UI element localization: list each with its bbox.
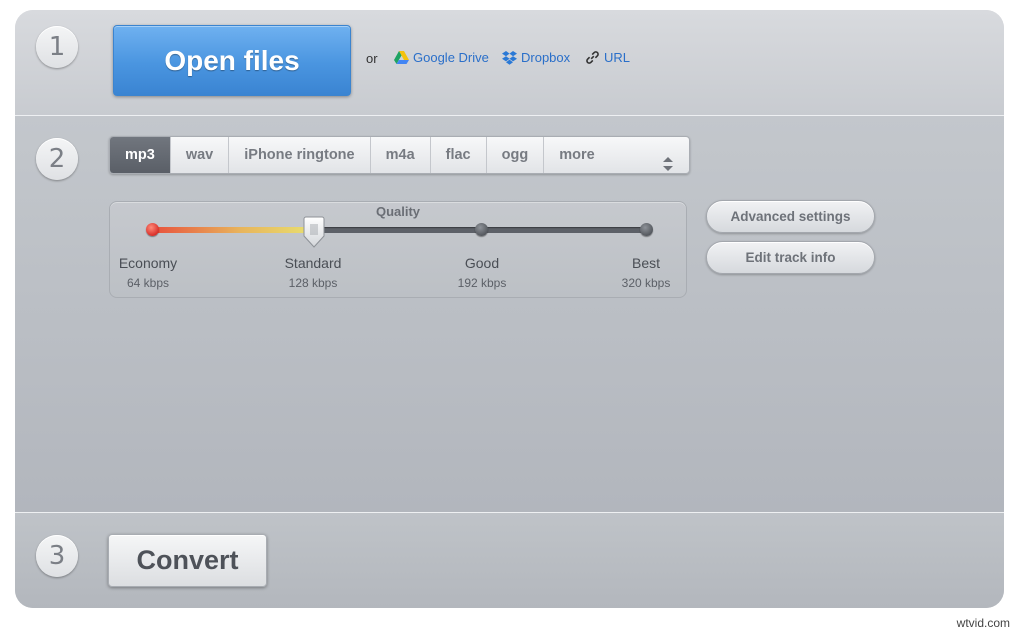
quality-slider-track[interactable] [152,227,647,233]
dropbox-label: Dropbox [521,50,571,65]
quality-bitrate-standard: 128 kbps [288,276,338,290]
quality-stop-good[interactable] [475,223,488,236]
or-label: or [366,51,378,66]
url-label: URL [604,50,631,65]
tab-m4a[interactable]: m4a [371,137,431,173]
quality-label-best: Best [631,255,661,271]
quality-slider-handle[interactable] [303,216,325,248]
dropbox-link[interactable]: Dropbox [502,50,570,65]
step-1-section: 1 Open files or Google Drive Dropbox URL [15,10,1004,115]
quality-slider-fill [152,227,314,233]
quality-title: Quality [375,204,421,219]
google-drive-label: Google Drive [413,50,489,65]
step-3-badge: 3 [36,535,78,577]
dropbox-icon [502,50,517,65]
converter-panel: 1 Open files or Google Drive Dropbox URL… [15,10,1004,608]
step-1-badge: 1 [36,26,78,68]
quality-label-standard: Standard [284,255,342,271]
tab-more-label: more [559,147,595,163]
tab-wav[interactable]: wav [171,137,230,173]
quality-bitrate-best: 320 kbps [621,276,671,290]
link-icon [585,50,600,65]
step-2-badge: 2 [36,138,78,180]
tab-mp3[interactable]: mp3 [110,137,171,173]
tab-more[interactable]: more [544,137,689,173]
quality-box: Quality Economy 64 kbps Standard 128 kbp… [109,201,687,298]
tab-iphone-ringtone[interactable]: iPhone ringtone [229,137,371,173]
quality-bitrate-good: 192 kbps [457,276,507,290]
watermark: wtvid.com [956,616,1010,630]
quality-label-economy: Economy [118,255,178,271]
tab-flac[interactable]: flac [431,137,487,173]
advanced-settings-button[interactable]: Advanced settings [706,200,875,233]
up-down-arrows-icon [663,149,673,173]
quality-bitrate-economy: 64 kbps [126,276,170,290]
google-drive-link[interactable]: Google Drive [394,50,489,65]
convert-button[interactable]: Convert [108,534,267,587]
quality-label-good: Good [464,255,500,271]
quality-stop-best[interactable] [640,223,653,236]
step-3-section: 3 Convert [15,512,1004,608]
url-link[interactable]: URL [585,50,630,65]
edit-track-info-button[interactable]: Edit track info [706,241,875,274]
format-tabs: mp3 wav iPhone ringtone m4a flac ogg mor… [109,136,690,174]
google-drive-icon [394,51,409,64]
quality-stop-economy[interactable] [146,223,159,236]
open-files-button[interactable]: Open files [113,25,351,96]
step-2-section: 2 mp3 wav iPhone ringtone m4a flac ogg m… [15,115,1004,512]
tab-ogg[interactable]: ogg [487,137,545,173]
